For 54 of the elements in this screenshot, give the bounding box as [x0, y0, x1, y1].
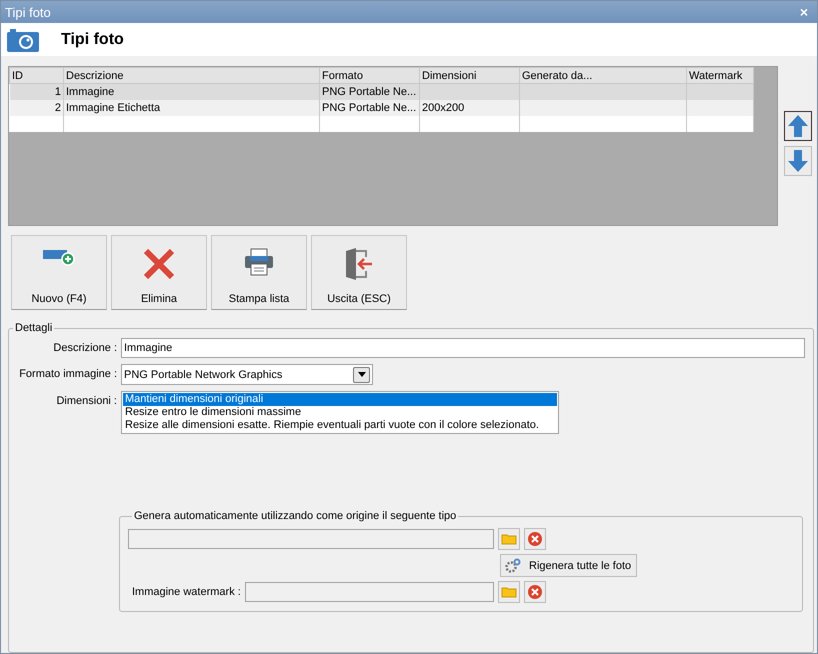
new-button[interactable]: Nuovo (F4): [11, 235, 107, 310]
column-header[interactable]: Generato da...: [520, 68, 686, 84]
format-dropdown[interactable]: PNG Portable Network Graphics: [121, 364, 373, 385]
regenerate-button[interactable]: Rigenera tutte le foto: [500, 554, 637, 577]
browse-button[interactable]: [498, 528, 520, 550]
window-title: Tipi foto: [5, 4, 51, 20]
table-cell: Immagine: [64, 84, 320, 100]
exit-button[interactable]: Uscita (ESC): [311, 235, 407, 310]
up-arrow-icon: [787, 114, 809, 138]
dropdown-button[interactable]: [353, 366, 370, 382]
table-cell: 1: [10, 84, 64, 100]
caret-icon: [358, 372, 366, 377]
list-item[interactable]: Mantieni dimensioni originali: [123, 393, 557, 406]
column-header[interactable]: Descrizione: [64, 68, 320, 84]
source-type-field[interactable]: [128, 529, 494, 549]
column-header[interactable]: ID: [10, 68, 64, 84]
page-title: Tipi foto: [61, 30, 124, 48]
browse-button[interactable]: [498, 581, 520, 603]
camera-icon: [7, 28, 39, 52]
table-cell: PNG Portable Ne...: [320, 84, 420, 100]
printer-icon: [244, 248, 274, 276]
clear-icon: [527, 531, 543, 547]
add-icon: [43, 248, 75, 266]
delete-button[interactable]: Elimina: [111, 235, 207, 310]
down-arrow-icon: [787, 149, 809, 173]
table-cell: 200x200: [420, 100, 520, 116]
table-row[interactable]: 1 Immagine PNG Portable Ne...: [10, 84, 754, 100]
move-up-button[interactable]: [784, 111, 812, 141]
field-label: Immagine watermark :: [132, 586, 241, 598]
table-cell: 2: [10, 100, 64, 116]
move-down-button[interactable]: [784, 146, 812, 176]
column-header[interactable]: Watermark: [686, 68, 754, 84]
clear-button[interactable]: [524, 528, 546, 550]
delete-icon: [143, 248, 175, 280]
field-label: Dimensioni :: [55, 394, 117, 407]
group-title: Genera automaticamente utilizzando come origine il seguente tipo: [133, 510, 458, 522]
list-item[interactable]: Resize alle dimensioni esatte. Riempie eventuali parti vuote con il colore selezionato.: [123, 419, 557, 432]
description-field[interactable]: Immagine: [121, 338, 805, 358]
table-cell: PNG Portable Ne...: [320, 100, 420, 116]
folder-icon: [501, 533, 517, 545]
clear-icon: [526, 584, 543, 600]
table-cell: Immagine Etichetta: [64, 100, 320, 116]
field-label: Formato immagine :: [18, 367, 117, 380]
folder-icon: [500, 586, 517, 598]
group-title: Dettagli: [14, 322, 54, 334]
print-button[interactable]: Stampa lista: [211, 235, 307, 310]
clear-button[interactable]: [524, 581, 546, 603]
watermark-field[interactable]: [244, 582, 494, 602]
column-header[interactable]: Dimensioni: [420, 68, 520, 84]
list-item[interactable]: Resize entro le dimensioni massime: [123, 406, 557, 419]
field-label: Descrizione :: [52, 341, 117, 354]
column-header[interactable]: Formato: [320, 68, 420, 84]
table-row[interactable]: 2 Immagine Etichetta PNG Portable Ne... 200x200: [10, 100, 754, 116]
exit-door-icon: [344, 248, 374, 280]
